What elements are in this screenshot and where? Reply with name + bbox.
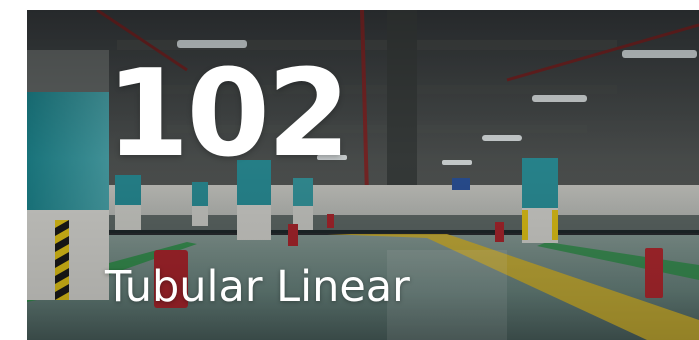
feature-number: 102 <box>106 45 350 184</box>
feature-title: Tubular Linear <box>105 262 410 312</box>
feature-card[interactable]: 102 Tubular Linear <box>27 10 699 340</box>
